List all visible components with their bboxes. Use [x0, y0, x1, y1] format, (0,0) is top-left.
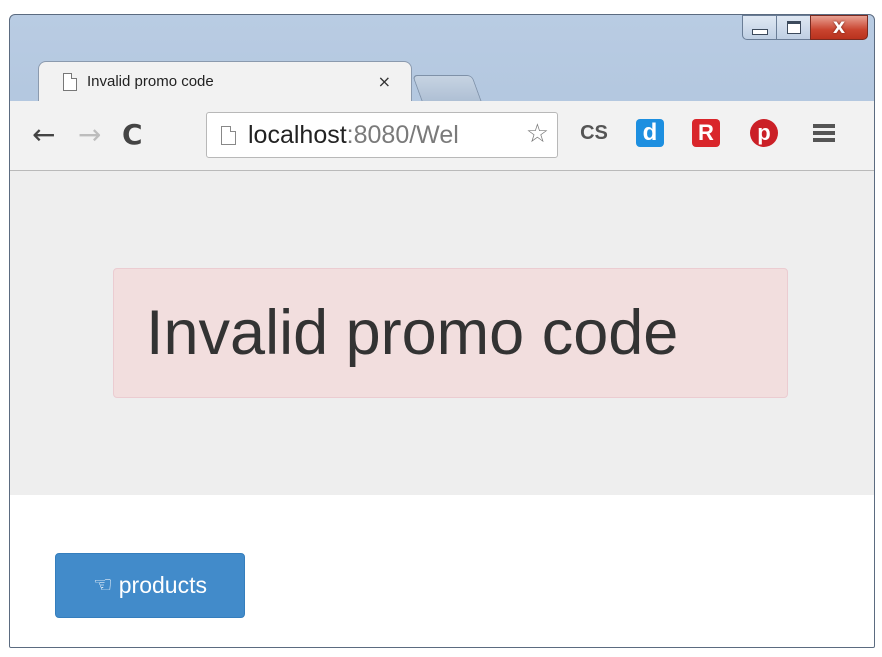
alert-message: Invalid promo code: [146, 298, 679, 368]
menu-bar: [813, 138, 835, 142]
cs-extension-icon[interactable]: CS: [576, 119, 612, 147]
minimize-icon: [751, 28, 768, 35]
d-extension-icon[interactable]: d: [636, 119, 664, 147]
pinterest-extension-icon[interactable]: p: [750, 119, 778, 147]
back-arrow-icon[interactable]: ←: [32, 118, 55, 151]
new-tab-button[interactable]: [412, 75, 482, 102]
reload-icon[interactable]: C: [122, 118, 143, 151]
products-button-label: products: [118, 572, 207, 598]
hand-left-icon: ☜: [93, 573, 113, 598]
page-viewport: Invalid promo code ☜ products: [10, 171, 874, 647]
r-extension-icon[interactable]: R: [692, 119, 720, 147]
maximize-button[interactable]: [776, 15, 810, 40]
window-controls: X: [742, 15, 868, 41]
jumbotron: Invalid promo code: [10, 171, 874, 495]
url-text: localhost:8080/Wel: [248, 121, 510, 150]
close-icon: X: [832, 18, 846, 37]
page-icon: [63, 72, 77, 91]
maximize-icon: [786, 21, 801, 34]
menu-bar: [813, 131, 835, 135]
close-window-button[interactable]: X: [810, 15, 868, 40]
bookmark-star-icon[interactable]: ☆: [526, 119, 549, 149]
page-icon: [221, 125, 236, 145]
menu-icon[interactable]: [810, 119, 838, 147]
error-alert: Invalid promo code: [113, 268, 788, 398]
browser-window: X Invalid promo code × ← → C localhost:8…: [9, 14, 875, 648]
minimize-button[interactable]: [742, 15, 776, 40]
forward-arrow-icon[interactable]: →: [78, 118, 101, 151]
tab-title: Invalid promo code: [87, 73, 214, 90]
menu-bar: [813, 124, 835, 128]
url-host: localhost: [248, 120, 347, 149]
address-bar[interactable]: localhost:8080/Wel ☆: [206, 112, 558, 158]
browser-toolbar: ← → C localhost:8080/Wel ☆ CS d R p: [10, 101, 874, 171]
url-path: :8080/Wel: [346, 120, 459, 149]
tab-close-icon[interactable]: ×: [378, 72, 391, 91]
browser-tab[interactable]: Invalid promo code ×: [38, 61, 412, 101]
products-button[interactable]: ☜ products: [55, 553, 245, 618]
